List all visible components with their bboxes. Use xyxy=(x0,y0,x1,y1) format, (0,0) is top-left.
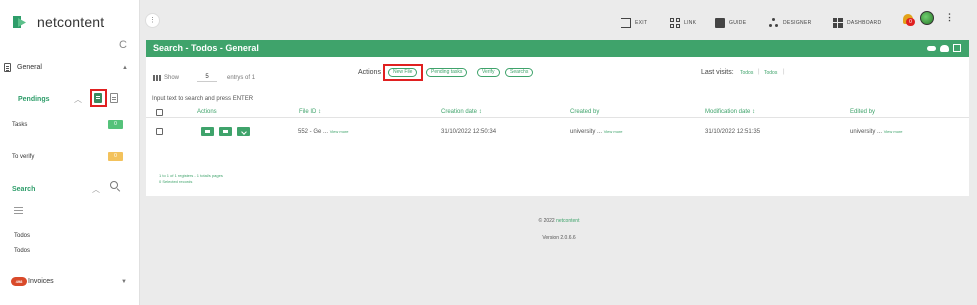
copyright: © 2022 netcontent xyxy=(0,218,977,224)
file-id-text: 552 - Ge ... xyxy=(298,129,329,135)
pending-tasks-button[interactable]: Pending tasks xyxy=(426,68,468,77)
view-more-link[interactable]: View more xyxy=(604,129,623,134)
column-edited-by: Edited by xyxy=(850,109,876,115)
select-all-checkbox[interactable] xyxy=(156,109,163,116)
nav-dashboard-label: DASHBOARD xyxy=(847,20,882,26)
menu-button[interactable]: ⋮ xyxy=(145,13,160,28)
sidebar-item-general[interactable]: General ▲ xyxy=(4,63,136,72)
list-bars-icon xyxy=(153,74,161,81)
search-icon[interactable] xyxy=(110,181,121,193)
chevron-up-icon[interactable]: ︿ xyxy=(92,184,100,195)
caret-up-icon: ▲ xyxy=(122,64,128,71)
verify-button[interactable]: Verify xyxy=(477,68,500,77)
file-list-icon[interactable] xyxy=(94,93,102,103)
pendings-title[interactable]: Pendings xyxy=(18,96,50,103)
actions-label: Actions xyxy=(358,69,381,76)
nav-exit[interactable]: EXIT xyxy=(621,18,647,28)
last-visits-label: Last visits: xyxy=(701,69,734,76)
verify-count-badge: 0 xyxy=(108,152,123,161)
cell-edited-by: university ... View more xyxy=(850,129,903,135)
cell-creation-date: 31/10/2022 12:50:34 xyxy=(441,129,497,135)
show-label: Show xyxy=(164,74,180,81)
topbar: ⋮ EXIT LINK GUIDE DESIGNER DASHBOARD 0 ⋮ xyxy=(141,0,977,38)
guide-icon xyxy=(715,18,725,28)
column-modification-date[interactable]: Modification date ↕ xyxy=(705,109,755,115)
nav-designer[interactable]: DESIGNER xyxy=(769,18,812,28)
view-more-link[interactable]: View more xyxy=(884,129,903,134)
toggle-icon[interactable] xyxy=(927,45,936,51)
sidebar: netcontent C General ▲ Pendings ︿ Tasks … xyxy=(0,0,140,305)
version-label: Version 2.0.6.6 xyxy=(542,235,576,241)
column-actions: Actions xyxy=(197,109,217,115)
cell-modification-date: 31/10/2022 12:51:35 xyxy=(705,129,761,135)
selected-records-info: 0 Selected records xyxy=(159,179,193,184)
tasks-count-badge: 0 xyxy=(108,120,123,129)
table-row: 552 - Ge ... View more 31/10/2022 12:50:… xyxy=(146,124,969,140)
nav-exit-label: EXIT xyxy=(635,20,648,26)
nav-link-label: LINK xyxy=(684,20,697,26)
pending-item-tasks[interactable]: Tasks xyxy=(12,122,27,128)
designer-icon xyxy=(769,18,779,28)
column-creation-date[interactable]: Creation date ↕ xyxy=(441,109,482,115)
filter-sliders-icon[interactable] xyxy=(14,206,23,214)
created-by-text: university ... xyxy=(570,129,603,135)
nav-dashboard[interactable]: DASHBOARD xyxy=(833,18,881,28)
search-item-todos[interactable]: Todos xyxy=(14,248,30,254)
view-more-link[interactable]: View more xyxy=(330,129,349,134)
sidebar-item-invoices[interactable]: Invoices xyxy=(28,278,54,285)
edit-button[interactable] xyxy=(201,127,214,136)
brand-name: netcontent xyxy=(37,14,105,30)
invoices-badge: 498 xyxy=(11,277,27,286)
dashboard-icon xyxy=(833,18,843,28)
column-file-id[interactable]: File ID ↕ xyxy=(299,109,321,115)
panel-header-icons xyxy=(927,44,961,52)
highlight-box xyxy=(383,64,423,81)
table-header: Actions File ID ↕ Creation date ↕ Create… xyxy=(146,107,969,118)
page-size-control: Show 5 entrys of 1 xyxy=(153,73,255,82)
copyright-prefix: © 2022 xyxy=(538,218,555,224)
last-visit-link[interactable]: Todos xyxy=(740,70,753,76)
page-title: Search - Todos - General xyxy=(153,43,259,53)
pending-item-to-verify[interactable]: To verify xyxy=(12,154,34,160)
edited-by-text: university ... xyxy=(850,129,883,135)
exit-icon xyxy=(621,18,631,28)
row-menu-button[interactable] xyxy=(237,127,250,136)
search-title[interactable]: Search xyxy=(12,186,35,193)
search-hint: Input text to search and press ENTER xyxy=(152,96,254,102)
save-icon[interactable] xyxy=(953,44,961,52)
cell-created-by: university ... View more xyxy=(570,129,623,135)
notification-count: 0 xyxy=(906,18,915,26)
document-icon xyxy=(4,63,11,72)
caret-down-icon[interactable]: ▼ xyxy=(121,279,127,285)
notifications-bell-icon[interactable]: 0 xyxy=(903,14,915,26)
netcontent-logo-icon xyxy=(13,15,27,29)
more-options-icon[interactable]: ⋮ xyxy=(945,12,954,23)
qr-link-icon xyxy=(670,18,680,28)
copyright-brand-link[interactable]: netcontent xyxy=(556,218,579,224)
panel-header: Search - Todos - General xyxy=(146,40,969,57)
nav-guide-label: GUIDE xyxy=(729,20,747,26)
nav-designer-label: DESIGNER xyxy=(783,20,812,26)
avatar[interactable] xyxy=(920,11,934,25)
chevron-up-icon[interactable]: ︿ xyxy=(74,94,82,105)
brand[interactable]: netcontent xyxy=(13,11,104,33)
entries-label: entrys of 1 xyxy=(227,74,256,81)
file-outline-icon[interactable] xyxy=(110,93,118,103)
main-panel: Search - Todos - General Show 5 entrys o… xyxy=(146,40,969,196)
searchs-button[interactable]: Searchs xyxy=(505,68,534,77)
row-checkbox[interactable] xyxy=(156,128,163,135)
view-button[interactable] xyxy=(219,127,232,136)
nav-guide[interactable]: GUIDE xyxy=(715,18,746,28)
cell-file-id: 552 - Ge ... View more xyxy=(298,129,349,135)
visit-separator: | xyxy=(783,69,785,75)
cloud-upload-icon[interactable] xyxy=(940,44,949,52)
visit-separator: | xyxy=(758,69,760,75)
table-footer: 1 to 1 of 1 registers - 1 total/s pages … xyxy=(159,173,223,185)
nav-link[interactable]: LINK xyxy=(670,18,696,28)
column-created-by: Created by xyxy=(570,109,600,115)
page-size-input[interactable]: 5 xyxy=(197,73,218,82)
collapse-icon[interactable]: C xyxy=(119,39,127,51)
last-visit-link[interactable]: Todos xyxy=(764,70,777,76)
sidebar-item-label: General xyxy=(17,64,42,71)
